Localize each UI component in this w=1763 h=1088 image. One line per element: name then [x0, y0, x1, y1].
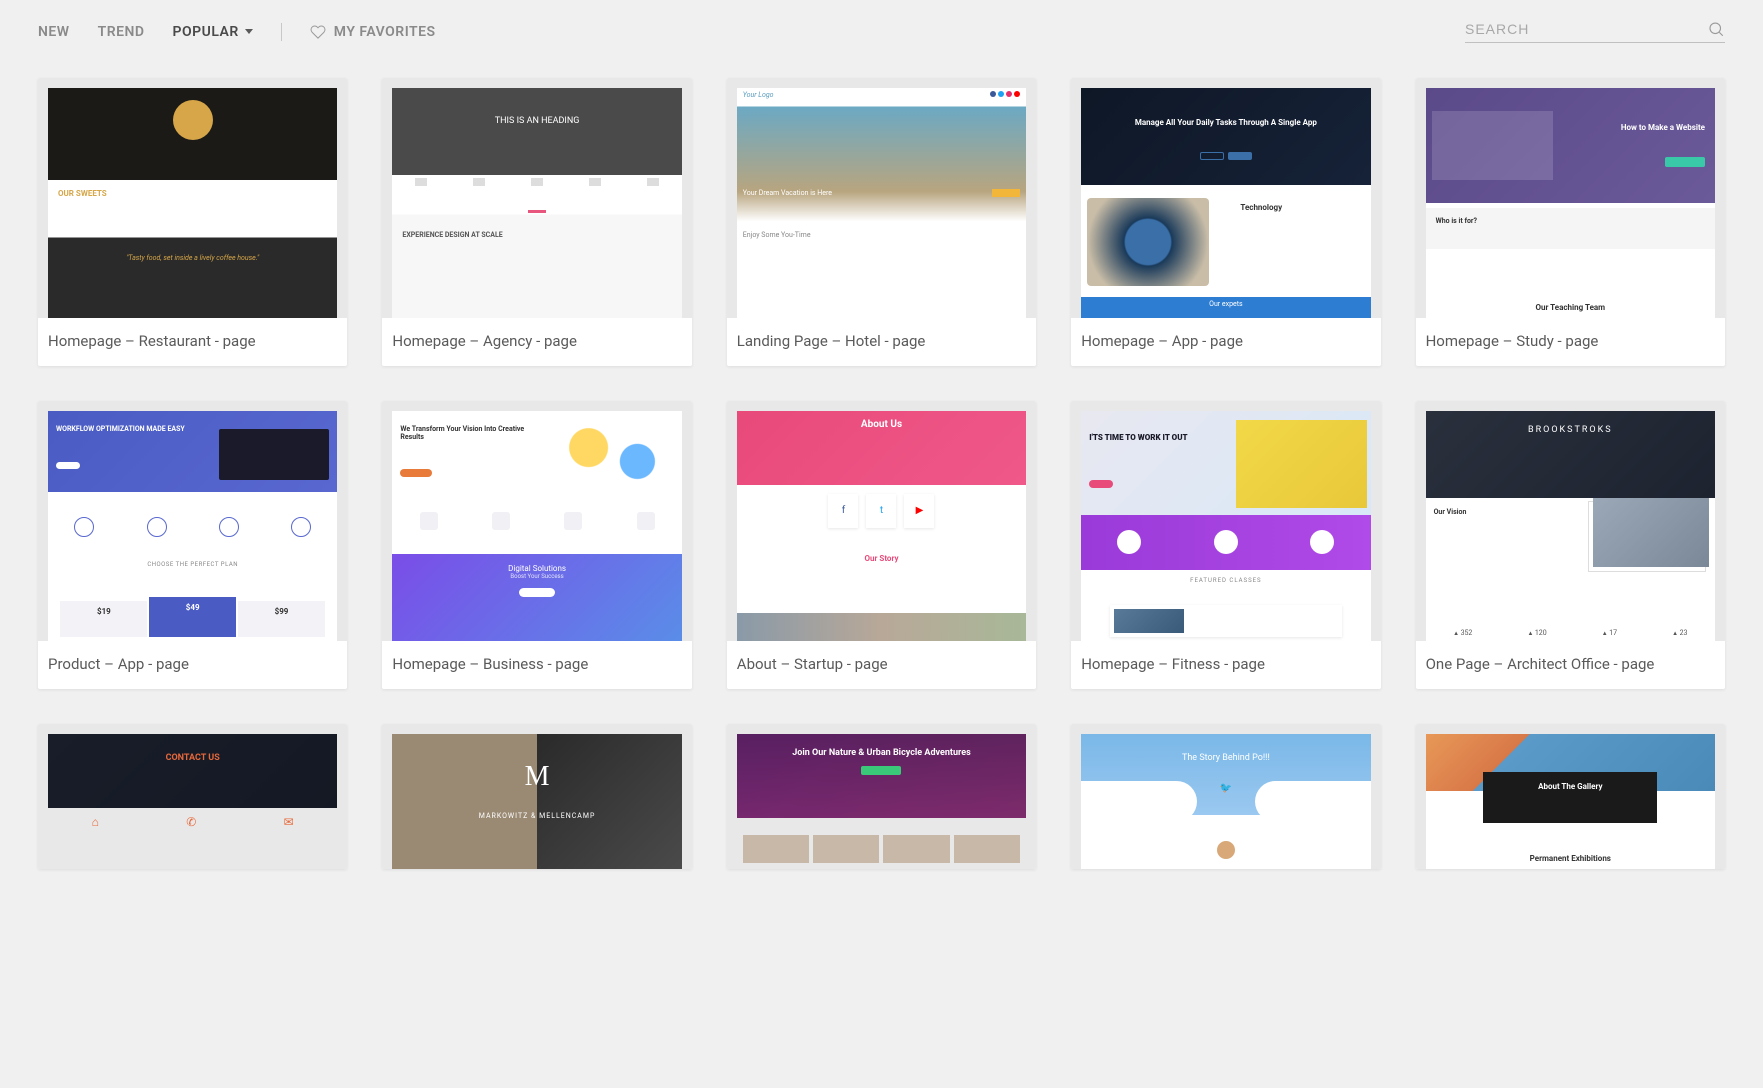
template-preview: "Tasty food, set inside a lively coffee … [48, 88, 337, 318]
nav-favorites[interactable]: MY FAVORITES [310, 24, 436, 40]
heart-icon [310, 24, 326, 40]
template-thumbnail: Manage All Your Daily Tasks Through A Si… [1071, 78, 1380, 318]
template-title: Homepage – Restaurant - page [38, 318, 347, 366]
template-title: Product – App - page [38, 641, 347, 689]
template-card[interactable]: The Story Behind Po!!!🐦 [1071, 724, 1380, 869]
template-card[interactable]: Manage All Your Daily Tasks Through A Si… [1071, 78, 1380, 366]
template-title: Homepage – App - page [1071, 318, 1380, 366]
nav-favorites-label: MY FAVORITES [334, 24, 436, 40]
template-thumbnail: How to Make a WebsiteWho is it for?Our T… [1416, 78, 1725, 318]
template-preview: About The GalleryPermanent Exhibitions [1426, 734, 1715, 869]
template-preview: WORKFLOW OPTIMIZATION MADE EASYCHOOSE TH… [48, 411, 337, 641]
search-icon[interactable] [1707, 20, 1725, 38]
template-card[interactable]: About Usft▶Our Story About – Startup - p… [727, 401, 1036, 689]
template-preview: Your LogoYour Dream Vacation is HereEnjo… [737, 88, 1026, 318]
template-preview: CONTACT US⌂✆✉ [48, 734, 337, 869]
template-preview: I'TS TIME TO WORK IT OUTFEATURED CLASSES [1081, 411, 1370, 641]
template-preview: We Transform Your Vision Into Creative R… [392, 411, 681, 641]
template-card[interactable]: Join Our Nature & Urban Bicycle Adventur… [727, 724, 1036, 869]
template-card[interactable]: CONTACT US⌂✆✉ [38, 724, 347, 869]
template-preview: MMARKOWITZ & MELLENCAMP [392, 734, 681, 869]
template-thumbnail: I'TS TIME TO WORK IT OUTFEATURED CLASSES [1071, 401, 1380, 641]
template-thumbnail: Your LogoYour Dream Vacation is HereEnjo… [727, 78, 1036, 318]
nav-popular-dropdown[interactable]: POPULAR [173, 24, 253, 40]
nav-new[interactable]: NEW [38, 24, 70, 40]
template-preview: How to Make a WebsiteWho is it for?Our T… [1426, 88, 1715, 318]
template-thumbnail: WORKFLOW OPTIMIZATION MADE EASYCHOOSE TH… [38, 401, 347, 641]
nav-trend[interactable]: TREND [98, 24, 145, 40]
template-thumbnail: We Transform Your Vision Into Creative R… [382, 401, 691, 641]
template-preview: Manage All Your Daily Tasks Through A Si… [1081, 88, 1370, 318]
template-card[interactable]: Homepage – Agency - page [382, 78, 691, 366]
template-card[interactable]: I'TS TIME TO WORK IT OUTFEATURED CLASSES… [1071, 401, 1380, 689]
filter-header: NEW TREND POPULAR MY FAVORITES [0, 0, 1763, 63]
template-preview: Join Our Nature & Urban Bicycle Adventur… [737, 734, 1026, 869]
template-thumbnail: CONTACT US⌂✆✉ [38, 724, 347, 869]
template-thumbnail: "Tasty food, set inside a lively coffee … [38, 78, 347, 318]
template-thumbnail [382, 78, 691, 318]
template-card[interactable]: About The GalleryPermanent Exhibitions [1416, 724, 1725, 869]
template-card[interactable]: BROOKSTROKSOur Vision3521201723 One Page… [1416, 401, 1725, 689]
template-preview [392, 88, 681, 318]
template-title: Homepage – Fitness - page [1071, 641, 1380, 689]
template-thumbnail: About Usft▶Our Story [727, 401, 1036, 641]
template-thumbnail: Join Our Nature & Urban Bicycle Adventur… [727, 724, 1036, 869]
chevron-down-icon [245, 29, 253, 34]
template-card[interactable]: We Transform Your Vision Into Creative R… [382, 401, 691, 689]
nav-popular-label: POPULAR [173, 24, 239, 40]
template-title: About – Startup - page [727, 641, 1036, 689]
template-thumbnail: About The GalleryPermanent Exhibitions [1416, 724, 1725, 869]
template-grid: "Tasty food, set inside a lively coffee … [0, 63, 1763, 907]
template-card[interactable]: MMARKOWITZ & MELLENCAMP [382, 724, 691, 869]
template-title: One Page – Architect Office - page [1416, 641, 1725, 689]
template-thumbnail: MMARKOWITZ & MELLENCAMP [382, 724, 691, 869]
template-title: Homepage – Business - page [382, 641, 691, 689]
search-field-wrap [1465, 20, 1725, 43]
template-card[interactable]: Your LogoYour Dream Vacation is HereEnjo… [727, 78, 1036, 366]
template-title: Homepage – Agency - page [382, 318, 691, 366]
nav-divider [281, 23, 282, 41]
template-title: Landing Page – Hotel - page [727, 318, 1036, 366]
template-preview: BROOKSTROKSOur Vision3521201723 [1426, 411, 1715, 641]
template-thumbnail: The Story Behind Po!!!🐦 [1071, 724, 1380, 869]
search-input[interactable] [1465, 21, 1707, 37]
template-title: Homepage – Study - page [1416, 318, 1725, 366]
template-preview: About Usft▶Our Story [737, 411, 1026, 641]
template-preview: The Story Behind Po!!!🐦 [1081, 734, 1370, 869]
template-card[interactable]: WORKFLOW OPTIMIZATION MADE EASYCHOOSE TH… [38, 401, 347, 689]
template-card[interactable]: How to Make a WebsiteWho is it for?Our T… [1416, 78, 1725, 366]
template-card[interactable]: "Tasty food, set inside a lively coffee … [38, 78, 347, 366]
template-thumbnail: BROOKSTROKSOur Vision3521201723 [1416, 401, 1725, 641]
